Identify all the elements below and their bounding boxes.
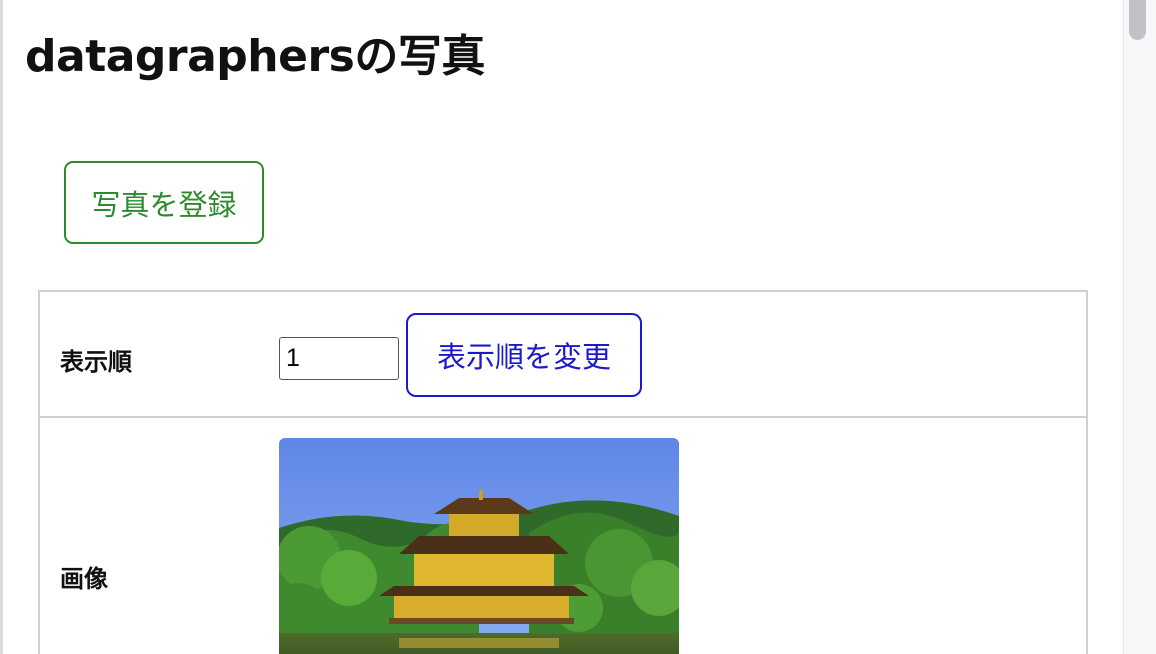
vertical-scrollbar[interactable] [1123, 0, 1156, 654]
display-order-input[interactable] [279, 337, 399, 380]
page-content: datagraphersの写真 写真を登録 表示順 表示順を変更 画像 [3, 0, 1123, 654]
browser-window: datagraphersの写真 写真を登録 表示順 表示順を変更 画像 [0, 0, 1156, 654]
table-row-divider [40, 416, 1086, 418]
display-order-label: 表示順 [60, 348, 132, 376]
temple-photo [279, 438, 679, 654]
register-photo-button[interactable]: 写真を登録 [64, 161, 264, 244]
scrollbar-thumb[interactable] [1129, 0, 1146, 40]
image-label: 画像 [60, 565, 108, 593]
change-display-order-button[interactable]: 表示順を変更 [406, 313, 642, 397]
photo-detail-table: 表示順 表示順を変更 画像 [38, 290, 1088, 654]
page-title: datagraphersの写真 [25, 31, 485, 82]
